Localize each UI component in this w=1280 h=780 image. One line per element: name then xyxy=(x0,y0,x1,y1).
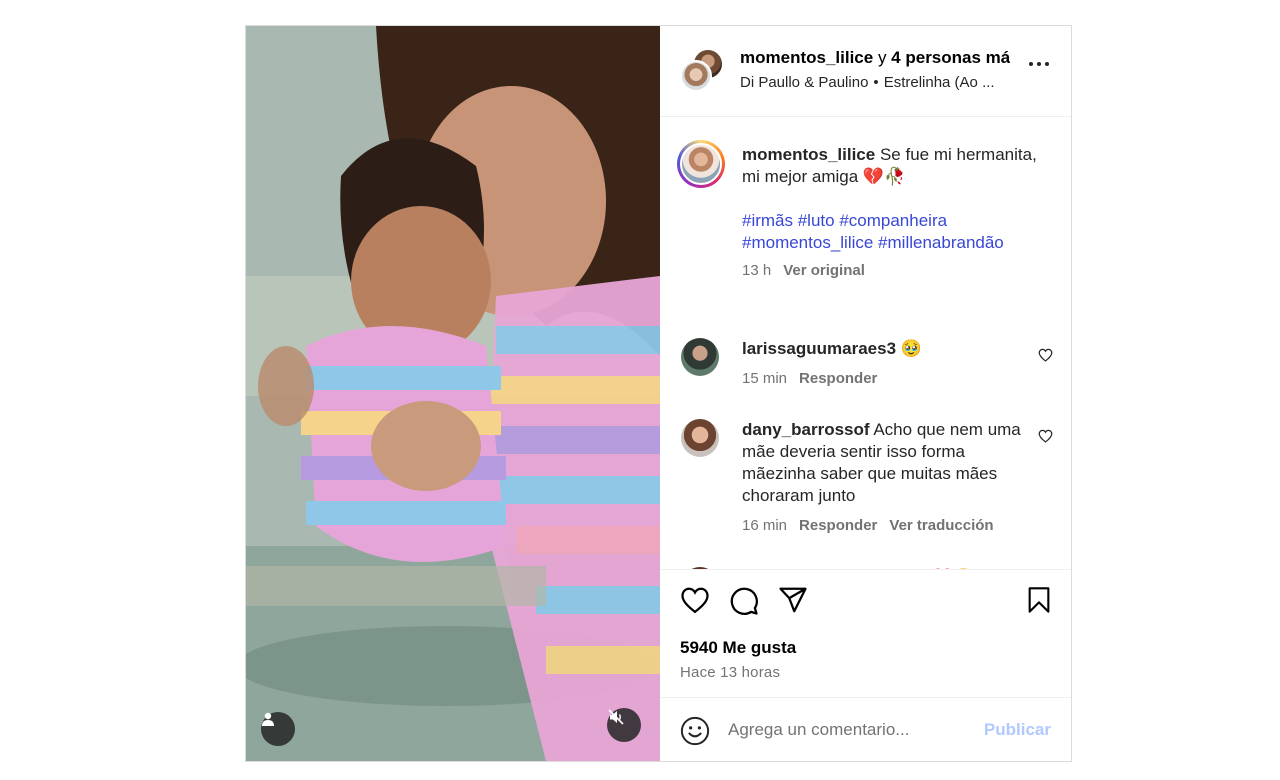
post-video[interactable] xyxy=(246,26,660,761)
comment-body: larissaguumaraes3 🥹 xyxy=(742,338,1032,360)
author-joiner: y xyxy=(873,48,892,67)
like-count[interactable]: 5940 Me gusta xyxy=(680,638,796,658)
caption-username[interactable]: momentos_lilice xyxy=(742,145,875,164)
comment-time: 15 min xyxy=(742,370,788,387)
comment-username[interactable]: larissaguumaraes3 xyxy=(742,339,896,358)
reply-button[interactable]: Responder xyxy=(799,370,877,387)
post-timestamp[interactable]: Hace 13 horas xyxy=(680,664,780,681)
comment-input[interactable] xyxy=(728,718,968,742)
post-side-panel: momentos_lilice y 4 personas más Di Paul… xyxy=(660,26,1071,761)
see-translation-button[interactable]: Ver traducción xyxy=(889,517,993,534)
audio-info: Di Paullo & Paulino • Estrelinha (Ao ... xyxy=(740,74,1010,91)
heart-icon[interactable] xyxy=(680,586,710,614)
add-comment-bar: Publicar xyxy=(660,697,1071,762)
commenter-avatar[interactable] xyxy=(681,419,719,457)
bookmark-icon[interactable] xyxy=(1026,586,1052,614)
caption-hashtags[interactable]: #irmãs #luto #companheira #momentos_lili… xyxy=(742,210,1052,254)
unmute-button[interactable] xyxy=(607,708,641,742)
comment-text: 🥹 xyxy=(900,339,922,358)
heart-icon[interactable] xyxy=(1038,429,1053,443)
caption-time: 13 h xyxy=(742,262,772,279)
heart-icon[interactable] xyxy=(1038,348,1053,362)
video-frame-image xyxy=(246,26,660,761)
commenter-avatar[interactable] xyxy=(681,338,719,376)
comment-meta: 16 min Responder Ver traducción xyxy=(742,517,994,534)
author-username[interactable]: momentos_lilice xyxy=(740,48,873,67)
paper-plane-icon[interactable] xyxy=(778,586,808,614)
see-original-button[interactable]: Ver original xyxy=(783,262,865,279)
comment-body: dany_barrossof Acho que nem uma mãe deve… xyxy=(742,419,1032,507)
audio-track[interactable]: Estrelinha (Ao ... xyxy=(884,74,995,91)
collaborators-link[interactable]: 4 personas más xyxy=(891,48,1010,67)
caption-meta: 13 h Ver original xyxy=(742,262,865,279)
audio-artist[interactable]: Di Paullo & Paulino xyxy=(740,74,868,91)
more-horizontal-icon[interactable] xyxy=(1029,62,1049,66)
user-tag-icon xyxy=(262,712,274,726)
reply-button[interactable]: Responder xyxy=(799,517,877,534)
caption: momentos_lilice Se fue mi hermanita, mi … xyxy=(742,144,1052,188)
post-actions: 5940 Me gusta Hace 13 horas xyxy=(660,569,1071,698)
smiley-icon[interactable] xyxy=(680,716,710,746)
author-avatar[interactable] xyxy=(680,60,712,92)
comment-time: 16 min xyxy=(742,517,788,534)
publish-button[interactable]: Publicar xyxy=(984,720,1051,740)
tagged-users-button[interactable] xyxy=(261,712,295,746)
speech-bubble-icon[interactable] xyxy=(729,586,759,616)
comment-username[interactable]: dany_barrossof xyxy=(742,420,870,439)
instagram-post-modal: momentos_lilice y 4 personas más Di Paul… xyxy=(245,25,1072,762)
speaker-muted-icon xyxy=(608,709,624,725)
post-header: momentos_lilice y 4 personas más Di Paul… xyxy=(660,26,1071,117)
comment-meta: 15 min Responder xyxy=(742,370,877,387)
caption-author-avatar[interactable] xyxy=(677,140,725,188)
post-author-line: momentos_lilice y 4 personas más xyxy=(740,48,1010,68)
separator-dot: • xyxy=(873,74,879,91)
comments-section[interactable]: momentos_lilice Se fue mi hermanita, mi … xyxy=(660,116,1071,569)
